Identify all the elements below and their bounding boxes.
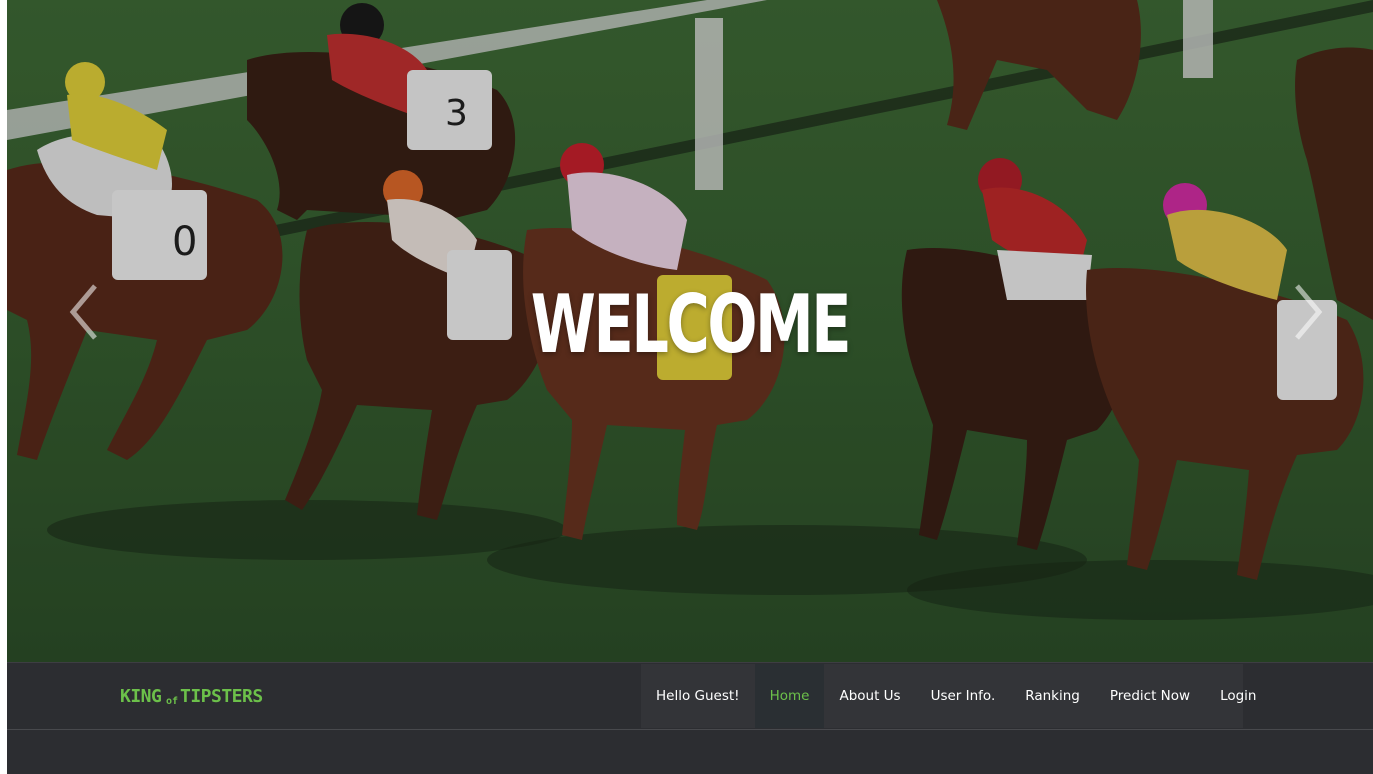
brand-logo[interactable]: KING of TIPSTERS [120,683,280,709]
svg-text:TIPSTERS: TIPSTERS [180,686,263,707]
nav-item-about-us[interactable]: About Us [824,664,915,728]
nav-item-predict-now[interactable]: Predict Now [1095,664,1205,728]
main-navbar: KING of TIPSTERS Hello Guest! Home About… [7,662,1373,729]
page: 0 3 WELCOME KING of TIPSTERS Hello Guest… [0,0,1373,774]
nav-item-ranking[interactable]: Ranking [1010,664,1095,728]
nav-menu: Hello Guest! Home About Us User Info. Ra… [641,664,1256,728]
chevron-left-icon [69,284,97,340]
svg-text:of: of [166,696,178,707]
carousel-prev-button[interactable] [65,282,105,342]
nav-item-home[interactable]: Home [754,664,825,728]
nav-item-user-info[interactable]: User Info. [916,664,1011,728]
hero-heading: WELCOME [530,278,852,371]
carousel-next-button[interactable] [1287,282,1327,342]
nav-item-login[interactable]: Login [1205,664,1271,728]
hero-carousel: 0 3 WELCOME [7,0,1373,662]
king-of-tipsters-logo: KING of TIPSTERS [120,686,263,707]
chevron-right-icon [1295,284,1323,340]
nav-greeting: Hello Guest! [656,688,740,704]
content-area [7,729,1373,774]
svg-text:KING: KING [120,686,161,707]
